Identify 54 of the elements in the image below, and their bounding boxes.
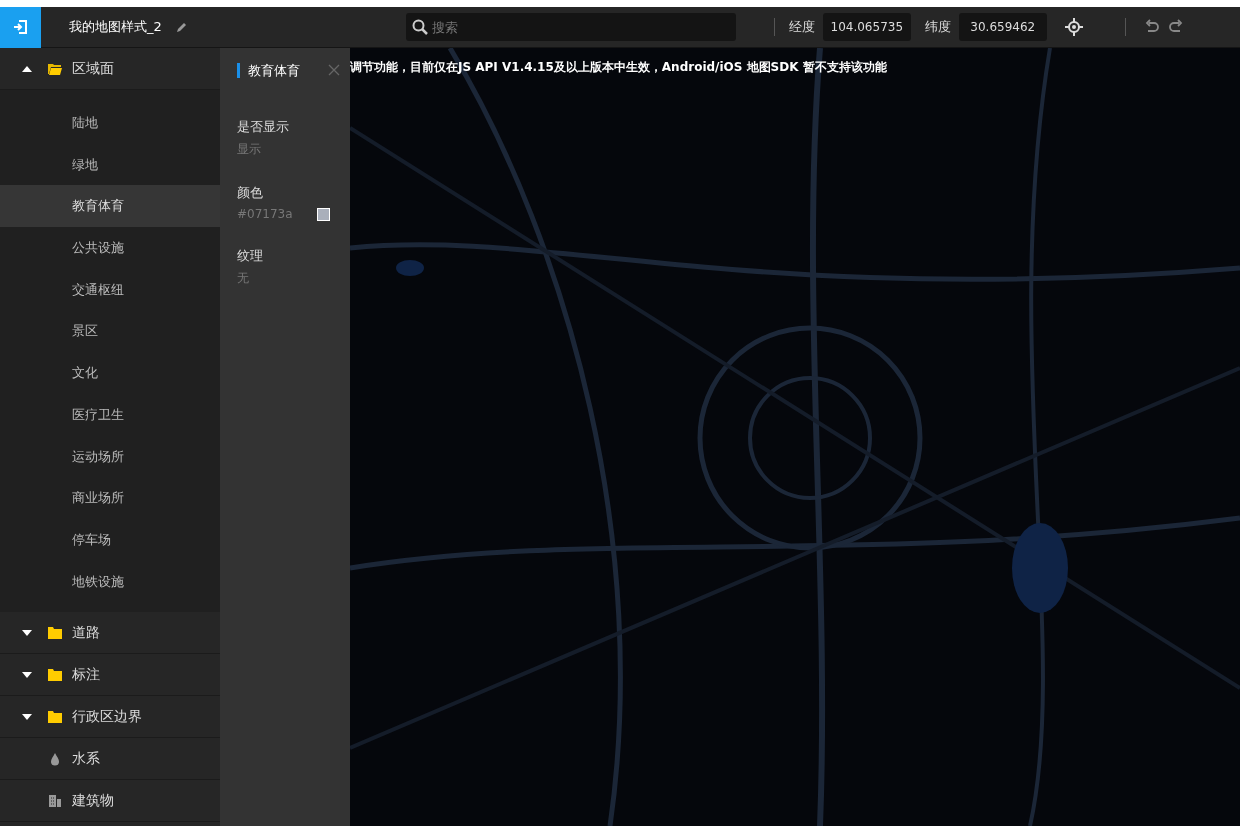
layer-item[interactable]: 停车场 (0, 518, 220, 561)
building-icon (48, 793, 62, 808)
exit-icon (12, 19, 29, 35)
field-value: #07173a (237, 207, 293, 221)
folder-icon (48, 667, 62, 682)
close-icon (328, 64, 340, 76)
coordinate-label: 经度 (788, 18, 815, 36)
drop-icon (48, 751, 62, 766)
layer-item[interactable]: 绿地 (0, 143, 220, 186)
pencil-icon (175, 21, 188, 33)
caret-icon (22, 671, 32, 678)
notice-text: 调节功能，目前仅在JS API V1.4.15及以上版本中生效，Android/iOS 地图SDK 暂不支持该功能 (350, 59, 887, 76)
layer-item[interactable]: 文化 (0, 352, 220, 394)
undo-icon (1143, 19, 1160, 35)
field-value: 无 (237, 270, 249, 287)
caret-icon (22, 629, 32, 636)
group-label: 道路 (72, 623, 100, 642)
layer-item[interactable]: 商业场所 (0, 477, 220, 519)
group-label: 标注 (72, 665, 100, 684)
close-button[interactable] (328, 64, 340, 76)
field-label: 是否显示 (237, 118, 290, 136)
layer-item[interactable]: 运动场所 (0, 435, 220, 478)
field-label: 颜色 (237, 184, 264, 202)
layer-item[interactable]: 医疗卫生 (0, 393, 220, 436)
layer-item[interactable]: 交通枢纽 (0, 268, 220, 311)
panel-title: 教育体育 (237, 62, 300, 78)
crosshair-icon (1064, 18, 1083, 36)
exit-button[interactable] (0, 6, 41, 48)
caret-icon (22, 713, 32, 720)
layer-group[interactable]: 标注 (0, 654, 220, 697)
layer-item[interactable]: 地铁设施 (0, 560, 220, 603)
folder-icon (48, 709, 62, 724)
field-value: 显示 (237, 141, 261, 158)
color-swatch[interactable] (317, 207, 330, 221)
layer-item[interactable]: 景区 (0, 310, 220, 353)
layer-group[interactable]: 行政区边界 (0, 696, 220, 739)
group-label: 水系 (72, 749, 100, 768)
redo-icon (1167, 19, 1184, 35)
caret-icon (22, 65, 32, 72)
map-style-title: 我的地图样式_2 (69, 18, 162, 36)
open-folder-icon (48, 61, 62, 76)
layer-item[interactable]: 教育体育 (0, 185, 220, 228)
group-label: 行政区边界 (72, 707, 142, 726)
layer-item[interactable]: 公共设施 (0, 227, 220, 269)
coordinate-field[interactable]: 30.659462 (958, 13, 1047, 41)
coordinate-field[interactable]: 104.065735 (822, 13, 911, 41)
layer-group[interactable]: 道路 (0, 612, 220, 655)
group-label: 区域面 (72, 59, 114, 78)
folder-icon (48, 625, 62, 640)
layer-item[interactable]: 陆地 (0, 102, 220, 144)
field-label: 纹理 (237, 247, 264, 265)
group-label: 建筑物 (72, 791, 114, 810)
coordinate-label: 纬度 (924, 18, 951, 36)
search-field[interactable]: 搜索 (405, 13, 736, 41)
